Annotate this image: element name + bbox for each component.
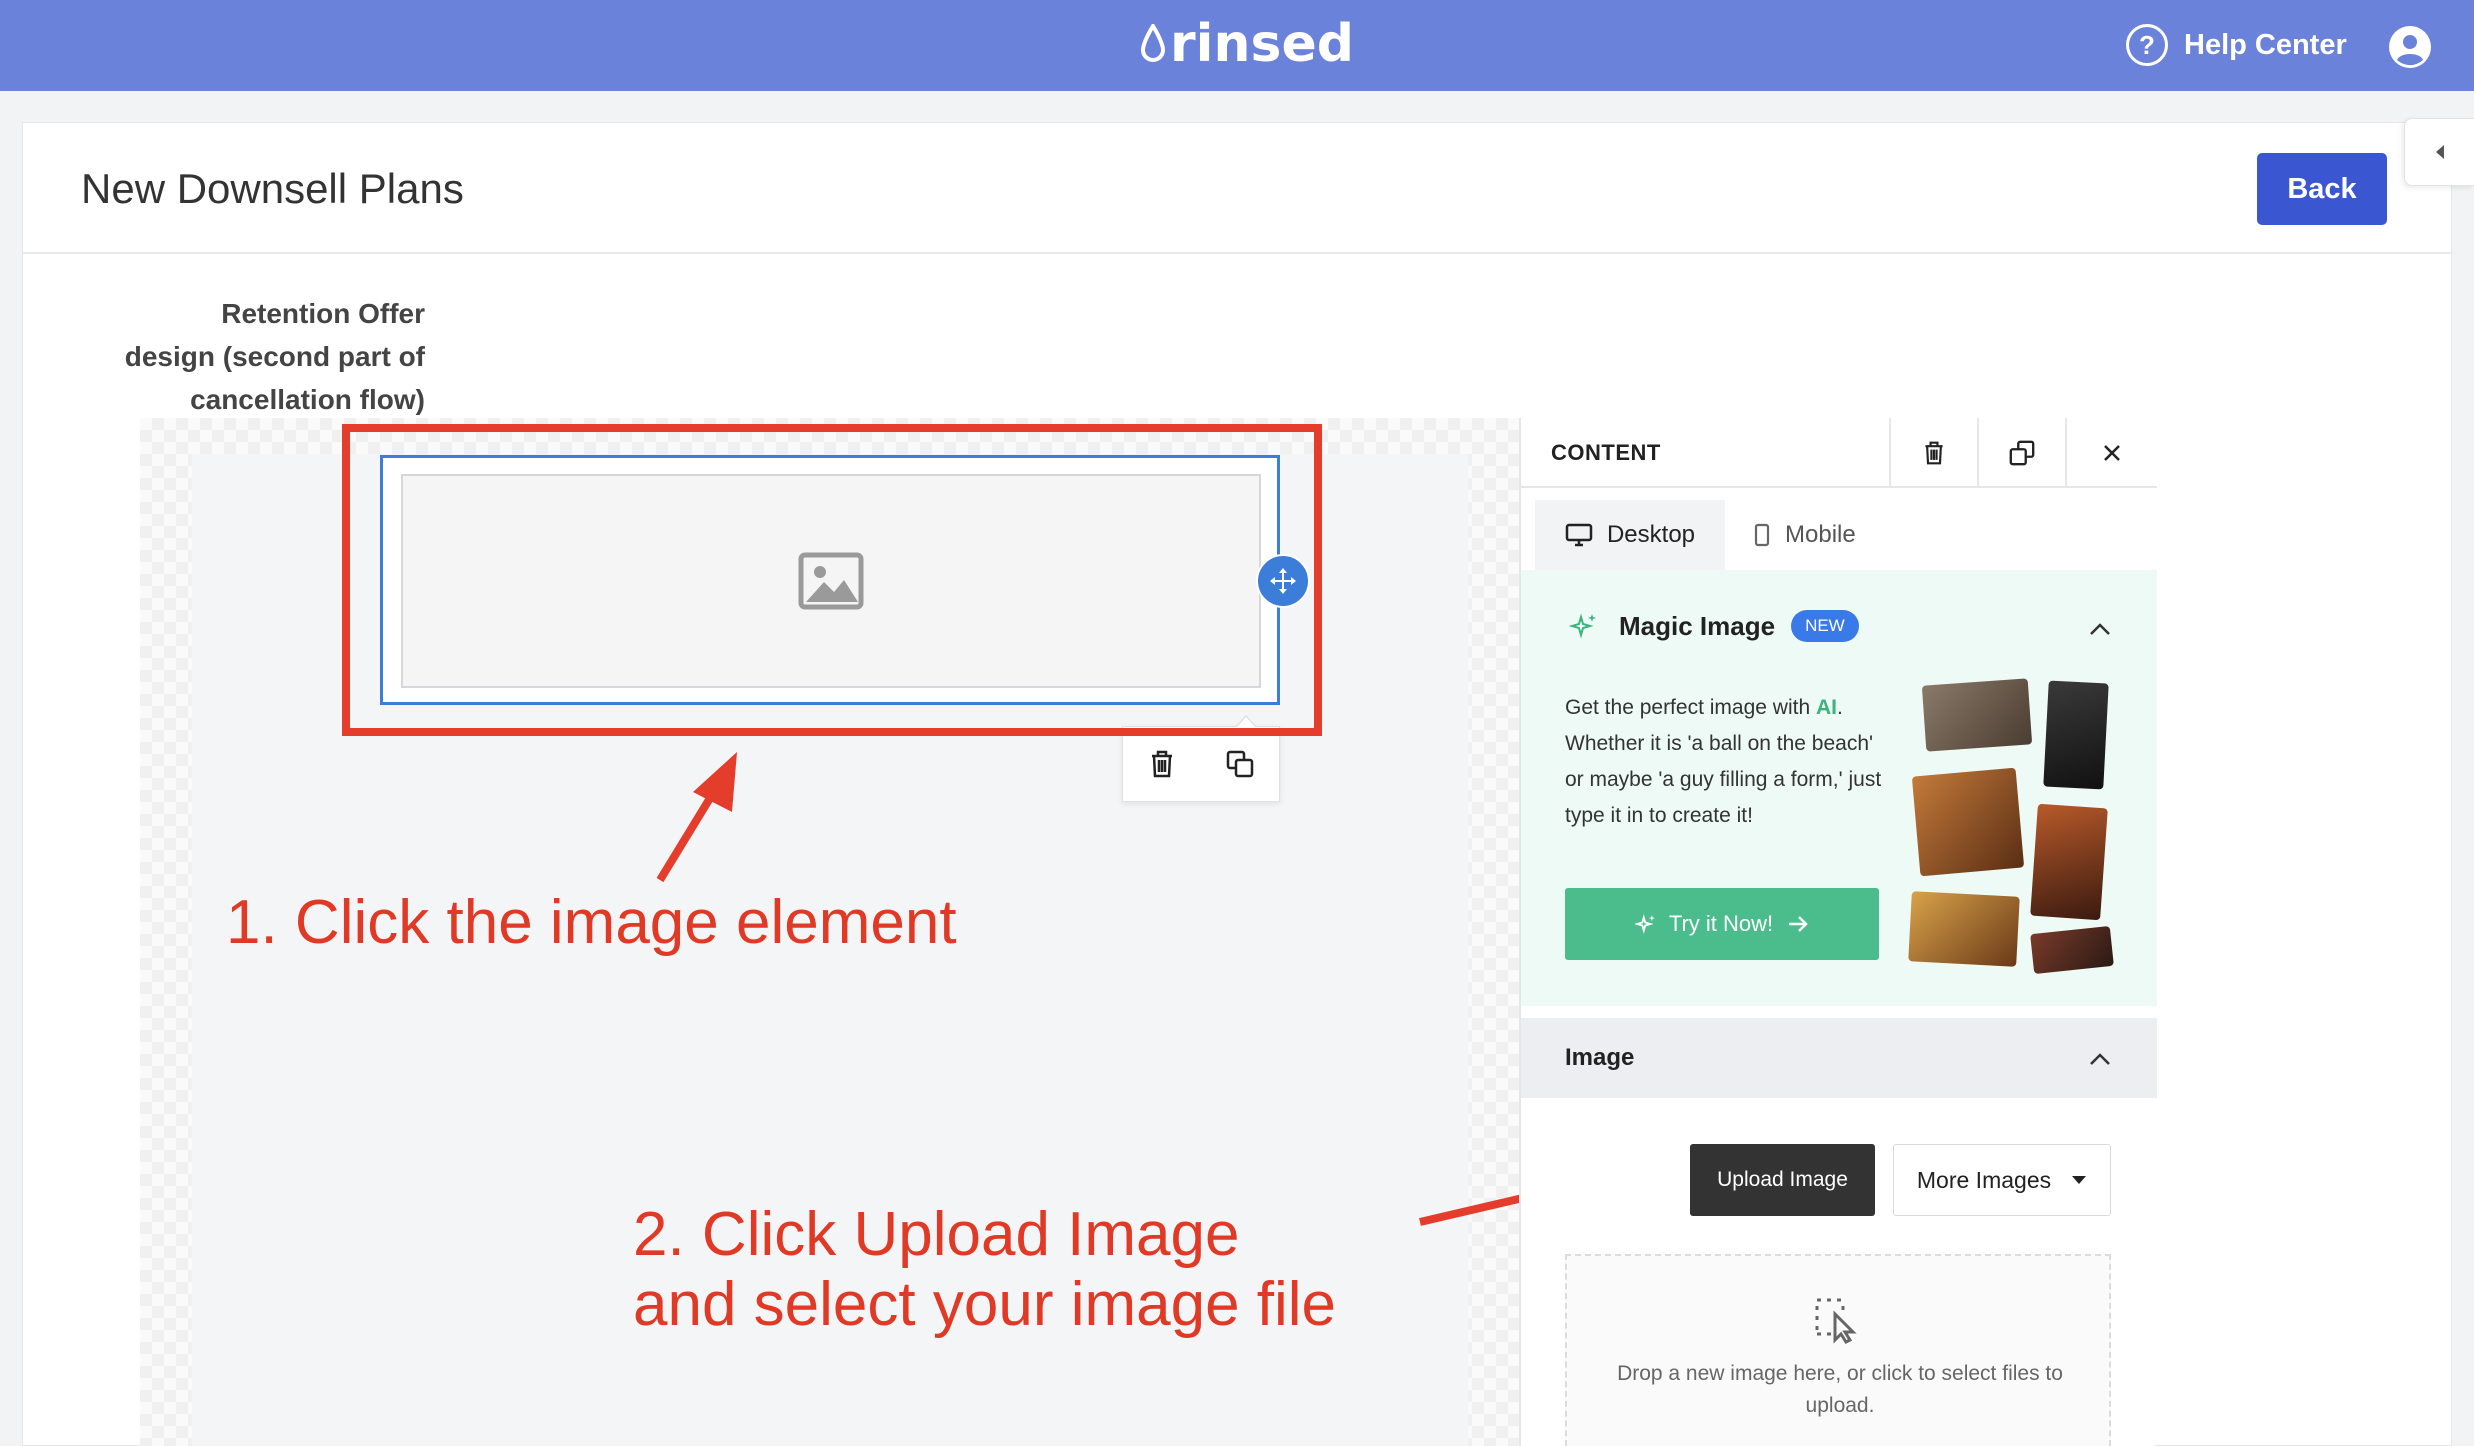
drop-select-icon: [1815, 1298, 1857, 1344]
annotation-step-2-line: and select your image file: [633, 1270, 1337, 1339]
user-avatar-icon[interactable]: [2388, 25, 2432, 69]
section-label-line: design (second part of: [124, 341, 425, 372]
sample-images-collage: [1906, 678, 2116, 975]
help-center-link[interactable]: ? Help Center: [2126, 24, 2347, 66]
try-it-now-button[interactable]: Try it Now!: [1565, 888, 1879, 960]
section-label-line: cancellation flow): [190, 384, 425, 415]
image-dropzone[interactable]: Drop a new image here, or click to selec…: [1565, 1254, 2111, 1446]
mobile-icon: [1754, 523, 1770, 547]
magic-desc-ai: AI: [1815, 696, 1837, 719]
trash-icon[interactable]: [1148, 749, 1176, 779]
sample-image: [1921, 678, 2033, 752]
delete-block-button[interactable]: [1889, 418, 1977, 488]
question-icon: ?: [2126, 24, 2168, 66]
tab-desktop-label: Desktop: [1606, 521, 1696, 548]
element-toolbar: [1122, 715, 1280, 802]
sample-image: [1911, 767, 2025, 877]
tab-mobile[interactable]: Mobile: [1753, 500, 1856, 570]
tab-desktop[interactable]: Desktop: [1535, 500, 1725, 570]
brand-logo[interactable]: rinsed: [1140, 14, 1354, 74]
card-header: New Downsell Plans Back: [23, 123, 2451, 254]
magic-image-section: Magic Image NEW Get the perfect image wi…: [1521, 570, 2157, 1006]
top-navbar: rinsed ? Help Center: [0, 0, 2474, 91]
dropzone-text: Drop a new image here, or click to selec…: [1617, 1362, 2063, 1417]
device-tabs: Desktop Mobile: [1521, 488, 2157, 570]
duplicate-block-button[interactable]: [1977, 418, 2065, 488]
sample-image: [2030, 803, 2108, 921]
section-label: Retention Offer design (second part of c…: [60, 292, 425, 421]
annotation-step-2-line: 2. Click Upload Image: [633, 1200, 1240, 1269]
caret-left-icon: [2435, 145, 2444, 159]
image-section-title: Image: [1565, 1044, 1635, 1071]
upload-image-button[interactable]: Upload Image: [1690, 1144, 1875, 1216]
annotation-step-2: 2. Click Upload Image and select your im…: [633, 1200, 1336, 1340]
more-images-dropdown[interactable]: More Images: [1893, 1144, 2111, 1216]
monitor-icon: [1565, 523, 1593, 547]
chevron-up-icon[interactable]: [2089, 622, 2111, 636]
close-panel-button[interactable]: [2065, 418, 2157, 488]
more-images-label: More Images: [1916, 1166, 2052, 1193]
panel-collapse-toggle[interactable]: [2404, 118, 2474, 186]
arrow-right-icon: [1789, 916, 1808, 932]
magic-image-title: Magic Image: [1619, 610, 1776, 641]
back-button[interactable]: Back: [2257, 153, 2387, 225]
section-label-line: Retention Offer: [221, 298, 425, 329]
image-section-header[interactable]: Image: [1521, 1018, 2157, 1098]
help-center-label: Help Center: [2184, 28, 2347, 61]
magic-image-description: Get the perfect image with AI. Whether i…: [1565, 690, 1885, 834]
sample-image: [1908, 891, 2020, 967]
tab-mobile-label: Mobile: [1785, 521, 1856, 548]
sparkle-icon: [1634, 914, 1655, 934]
try-it-now-label: Try it Now!: [1668, 911, 1774, 936]
sparkle-icon: [1569, 613, 1596, 639]
magic-image-header[interactable]: Magic Image NEW: [1569, 610, 1859, 642]
annotation-step-1: 1. Click the image element: [226, 888, 957, 957]
duplicate-icon: [2009, 440, 2035, 466]
magic-desc-text: Get the perfect image with: [1565, 696, 1816, 719]
annotation-highlight-image: [342, 424, 1322, 736]
sample-image: [2030, 925, 2114, 975]
trash-icon: [1925, 441, 1943, 465]
close-icon: [2104, 445, 2120, 461]
sample-image: [2043, 680, 2109, 790]
caret-down-icon: [2072, 1176, 2087, 1184]
drop-logo-icon: [1140, 24, 1166, 62]
chevron-up-icon: [2090, 1053, 2110, 1065]
duplicate-icon[interactable]: [1225, 749, 1255, 779]
new-badge: NEW: [1791, 610, 1859, 642]
brand-name: rinsed: [1170, 14, 1354, 74]
panel-header: CONTENT: [1521, 418, 2157, 488]
page-title: New Downsell Plans: [81, 165, 464, 212]
panel-title: CONTENT: [1551, 440, 1661, 465]
